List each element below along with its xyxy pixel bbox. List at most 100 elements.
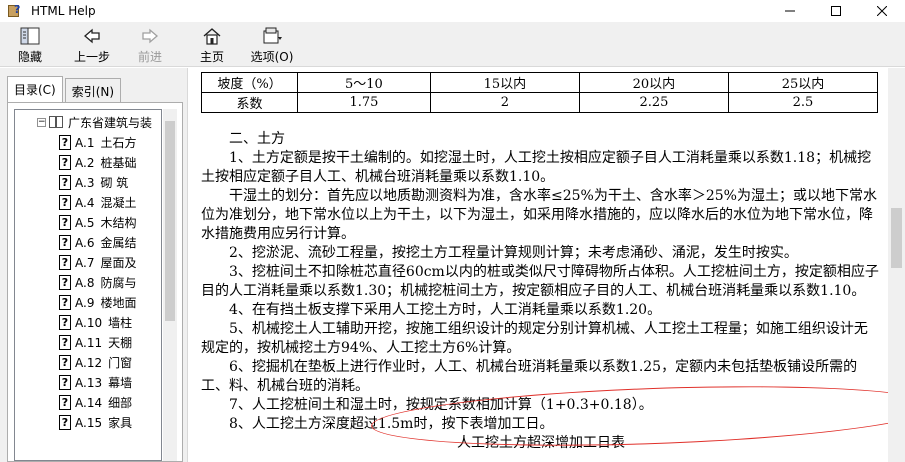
help-page-icon: ? — [59, 234, 71, 250]
content-pane: 坡度（%） 5～10 15以内 20以内 25以内 系数 1.75 2 2.25… — [187, 68, 905, 462]
content-scrollbar-thumb[interactable] — [891, 208, 902, 268]
tree-item-code: A.2 — [75, 155, 95, 170]
hide-label: 隐藏 — [17, 50, 42, 64]
close-icon — [877, 6, 887, 16]
tree-root-item[interactable]: − 广东省建筑与装 — [37, 112, 152, 132]
tree-scrollbar-thumb[interactable] — [165, 121, 175, 321]
tree-item-text: 家具 — [108, 415, 133, 430]
tree-item-text: 门窗 — [108, 355, 133, 370]
tree-item-label: A.12 门窗 — [75, 354, 132, 371]
tree-item[interactable]: ? A.8 防腐与 — [59, 272, 136, 292]
tree-item[interactable]: ? A.15 家具 — [59, 412, 132, 432]
tree-item[interactable]: ? A.13 幕墙 — [59, 372, 132, 392]
tree-item-code: A.4 — [75, 195, 95, 210]
tree-item-code: A.12 — [75, 355, 103, 370]
paragraph: 2、挖淤泥、流砂工程量，按挖土方工程量计算规则计算；未考虑涌砂、涌泥，发生时按实… — [229, 245, 798, 261]
tree-item-label: A.3 砌 筑 — [75, 174, 128, 191]
collapse-icon[interactable]: − — [37, 117, 46, 127]
tree-item-label: A.7 屋面及 — [75, 254, 136, 271]
table-cell: 系数 — [201, 92, 298, 113]
tree-item-label: A.5 木结构 — [75, 214, 136, 231]
help-page-icon: ? — [59, 194, 71, 210]
table-cell: 2.25 — [578, 92, 729, 113]
tree-item-code: A.14 — [75, 395, 103, 410]
tree-item-label: A.2 桩基础 — [75, 154, 136, 171]
forward-arrow-icon — [141, 26, 159, 46]
contents-tree: − 广东省建筑与装 ? A.1 土石方? A.2 桩基础? A.3 砌 筑? A.4 混凝土? A… — [14, 109, 162, 461]
forward-button[interactable]: 前进 — [122, 22, 178, 66]
paragraph: 7、人工挖桩间土和湿土时，按规定系数相加计算（1+0.3+0.18）。 — [229, 397, 653, 413]
tree-item-label: A.8 防腐与 — [75, 274, 136, 291]
navigation-pane: 目录(C) 索引(N) − 广东省建筑与装 ? A.1 土石方? A.2 桩基础? A.3… — [0, 68, 187, 462]
help-page-icon: ? — [59, 214, 71, 230]
maximize-icon — [831, 6, 841, 16]
document-body: 二、土方 1、土方定额是按干土编制的。如挖湿土时，人工挖土按相应定额子目人工消耗… — [201, 130, 881, 453]
tree-item-code: A.10 — [75, 315, 103, 330]
paragraph: 干湿土的划分：首先应以地质勘测资料为准，含水率≤25%为干土、含水率＞25%为湿… — [201, 188, 877, 242]
table-cell: 5～10 — [297, 72, 431, 93]
table-caption: 人工挖土方超深增加工日表 — [457, 435, 625, 451]
hide-button[interactable]: 隐藏 — [0, 22, 60, 66]
tree-item-text: 幕墙 — [108, 375, 133, 390]
tree-item-code: A.5 — [75, 215, 95, 230]
tree-item-text: 天棚 — [108, 335, 133, 350]
tree-item-label: A.4 混凝土 — [75, 194, 136, 211]
tree-item[interactable]: ? A.1 土石方 — [59, 132, 136, 152]
slope-coefficient-table: 坡度（%） 5～10 15以内 20以内 25以内 系数 1.75 2 2.25… — [201, 72, 879, 113]
tree-item[interactable]: ? A.4 混凝土 — [59, 192, 136, 212]
paragraph: 4、在有挡土板支撑下采用人工挖土方时，人工消耗量乘以系数1.20。 — [229, 302, 662, 318]
tab-contents[interactable]: 目录(C) — [7, 76, 63, 102]
help-app-icon: ? — [7, 3, 23, 19]
close-button[interactable] — [859, 0, 905, 22]
open-book-icon — [49, 115, 65, 129]
tree-item-code: A.8 — [75, 275, 95, 290]
tree-item-label: A.11 天棚 — [75, 334, 132, 351]
tree-item[interactable]: ? A.10 墙柱 — [59, 312, 132, 332]
minimize-button[interactable] — [767, 0, 813, 22]
back-button[interactable]: 上一步 — [62, 22, 122, 66]
tree-item-code: A.3 — [75, 175, 95, 190]
tree-item-code: A.7 — [75, 255, 95, 270]
paragraph: 5、机械挖土人工辅助开挖，按施工组织设计的规定分别计算机械、人工挖土工程量；如施… — [201, 321, 868, 356]
back-label: 上一步 — [73, 50, 110, 64]
maximize-button[interactable] — [813, 0, 859, 22]
tree-scrollbar[interactable] — [163, 109, 177, 461]
table-cell: 15以内 — [429, 72, 580, 93]
tree-item-code: A.6 — [75, 235, 95, 250]
paragraph: 3、挖桩间土不扣除桩芯直径60cm以内的桩或类似尺寸障碍物所占体积。人工挖桩间土… — [201, 264, 879, 299]
options-label: 选项(O) — [250, 50, 294, 64]
tree-item-label: A.15 家具 — [75, 414, 132, 431]
table-cell: 1.75 — [297, 92, 431, 113]
home-button[interactable]: 主页 — [182, 22, 242, 66]
options-icon — [261, 26, 283, 46]
tree-item[interactable]: ? A.14 细部 — [59, 392, 132, 412]
options-button[interactable]: 选项(O) — [242, 22, 302, 66]
help-page-icon: ? — [59, 334, 71, 350]
tree-item[interactable]: ? A.7 屋面及 — [59, 252, 136, 272]
tree-item-text: 砌 筑 — [100, 175, 129, 190]
tree-item-text: 防腐与 — [100, 275, 137, 290]
help-page-icon: ? — [59, 394, 71, 410]
tree-item[interactable]: ? A.5 木结构 — [59, 212, 136, 232]
toolbar: 隐藏 上一步 前进 主页 选项(O) — [0, 22, 905, 67]
tab-index[interactable]: 索引(N) — [64, 78, 122, 102]
paragraph: 6、挖掘机在垫板上进行作业时，人工、机械台班消耗量乘以系数1.25，定额内未包括… — [201, 359, 858, 394]
tree-item-label: A.14 细部 — [75, 394, 132, 411]
table-cell: 坡度（%） — [201, 72, 298, 93]
tree-item[interactable]: ? A.9 楼地面 — [59, 292, 136, 312]
tree-item-text: 混凝土 — [100, 195, 137, 210]
table-cell: 2.5 — [727, 92, 879, 113]
tree-item[interactable]: ? A.2 桩基础 — [59, 152, 136, 172]
hide-pane-icon — [20, 26, 40, 46]
table-cell: 20以内 — [578, 72, 729, 93]
back-arrow-icon — [83, 26, 101, 46]
table-row: 坡度（%） 5～10 15以内 20以内 25以内 — [201, 72, 879, 93]
tree-item[interactable]: ? A.6 金属结 — [59, 232, 136, 252]
content-scrollbar[interactable] — [888, 68, 905, 462]
tree-item-label: A.9 楼地面 — [75, 294, 136, 311]
tree-item-text: 墙柱 — [108, 315, 133, 330]
tree-item[interactable]: ? A.11 天棚 — [59, 332, 132, 352]
tree-item[interactable]: ? A.3 砌 筑 — [59, 172, 128, 192]
tree-item-code: A.11 — [75, 335, 103, 350]
tree-item[interactable]: ? A.12 门窗 — [59, 352, 132, 372]
